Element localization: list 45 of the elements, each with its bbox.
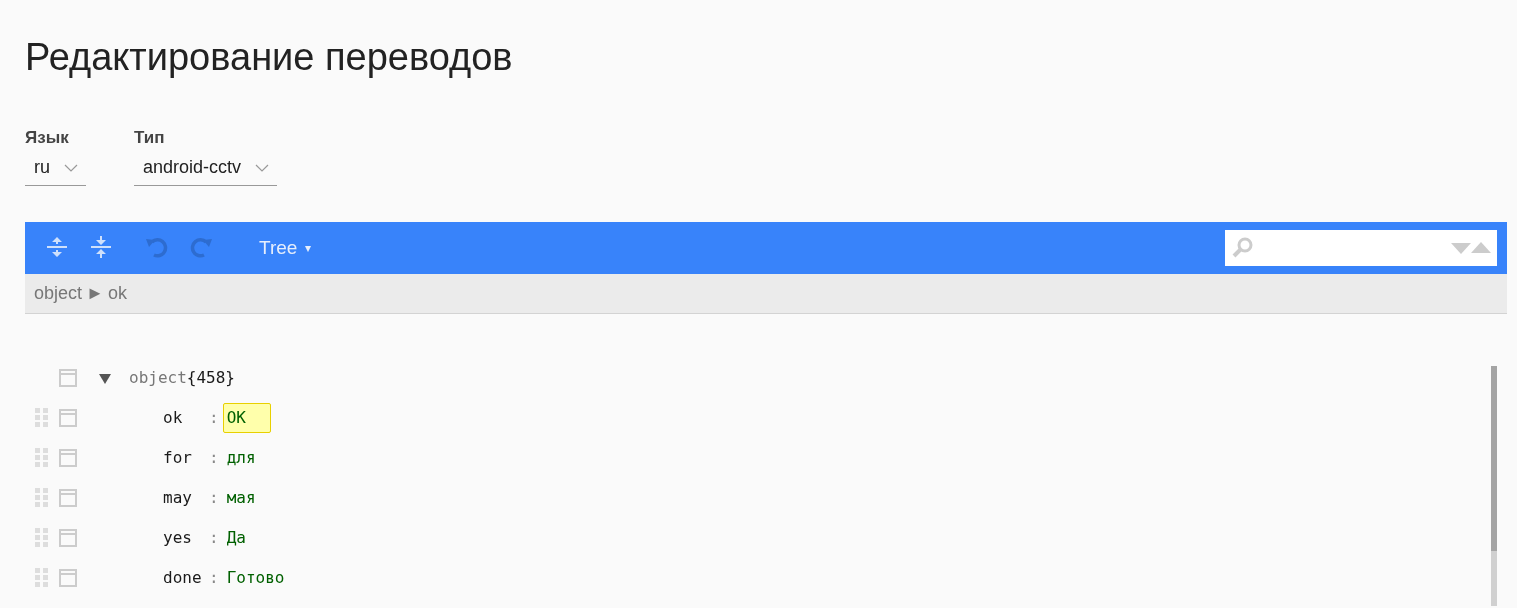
- field-key: done: [163, 566, 203, 591]
- field-key: ok: [163, 406, 203, 431]
- context-menu-icon[interactable]: [59, 369, 77, 388]
- drag-handle-icon[interactable]: [35, 528, 49, 549]
- collapse-all-icon: [89, 236, 113, 261]
- field-label: Тип: [134, 126, 166, 149]
- page-title: Редактирование переводов: [25, 35, 514, 80]
- field-value[interactable]: OK: [222, 403, 271, 434]
- drag-handle-icon[interactable]: [35, 448, 49, 469]
- chevron-icon: [255, 163, 270, 172]
- context-menu-icon[interactable]: [59, 449, 77, 468]
- field-value[interactable]: Готово: [222, 563, 289, 594]
- select-field[interactable]: ru: [25, 154, 86, 187]
- search-field[interactable]: [1225, 230, 1497, 267]
- field-value[interactable]: мая: [222, 483, 260, 514]
- colon-separator: :: [209, 447, 219, 470]
- field-key: may: [163, 486, 203, 511]
- colon-separator: :: [209, 527, 219, 550]
- redo-icon: [189, 236, 213, 261]
- item-count: {458}: [186, 367, 235, 390]
- field-label: Язык: [25, 126, 70, 149]
- field-key: for: [163, 446, 203, 471]
- previous-result-icon[interactable]: [1471, 242, 1491, 255]
- select-field[interactable]: android-cctv: [134, 154, 278, 187]
- chevron-icon: [64, 163, 78, 172]
- colon-separator: :: [209, 407, 219, 430]
- field-key: yes: [163, 526, 203, 551]
- breadcrumb-separator: ►: [86, 282, 104, 306]
- drag-handle-icon[interactable]: [35, 408, 49, 429]
- undo-icon: [145, 236, 169, 261]
- context-menu-icon[interactable]: [59, 489, 77, 508]
- breadcrumb-item[interactable]: ok: [107, 280, 127, 308]
- context-menu-icon[interactable]: [59, 409, 77, 428]
- drag-handle-icon[interactable]: [35, 488, 49, 509]
- field-value[interactable]: для: [222, 443, 260, 474]
- node-label: object: [129, 367, 187, 390]
- colon-separator: :: [209, 487, 219, 510]
- next-result-icon[interactable]: [1451, 242, 1471, 255]
- context-menu-icon[interactable]: [59, 569, 77, 588]
- scrollbar-thumb[interactable]: [1491, 366, 1497, 552]
- field-value[interactable]: Да: [222, 523, 250, 554]
- context-menu-icon[interactable]: [59, 529, 77, 548]
- breadcrumb-item[interactable]: object: [34, 280, 83, 308]
- drag-handle-icon[interactable]: [35, 568, 49, 589]
- colon-separator: :: [209, 567, 219, 590]
